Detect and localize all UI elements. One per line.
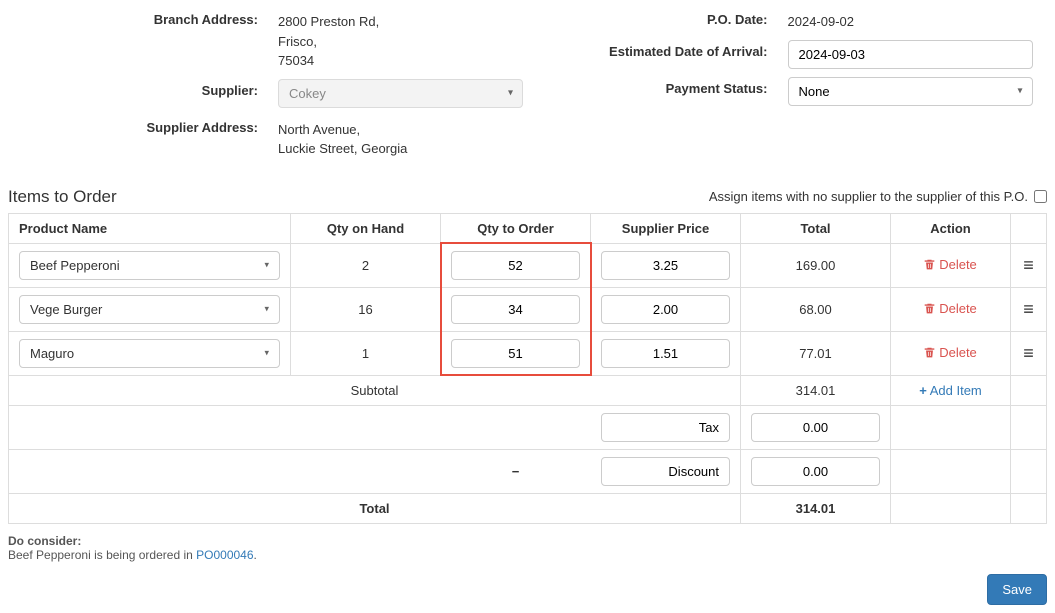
col-qoh: Qty on Hand <box>291 213 441 243</box>
qty-on-hand: 16 <box>291 287 441 331</box>
items-to-order-title: Items to Order <box>8 187 117 207</box>
subtotal-value: 314.01 <box>741 375 891 405</box>
qty-to-order-input[interactable] <box>451 295 580 324</box>
product-select[interactable]: Beef Pepperoni ▾ <box>19 251 280 280</box>
tax-label-input[interactable] <box>601 413 731 442</box>
col-qty: Qty to Order <box>441 213 591 243</box>
trash-icon <box>924 303 935 314</box>
chevron-down-icon: ▾ <box>264 304 269 315</box>
grandtotal-label: Total <box>9 493 741 523</box>
assign-supplier-label[interactable]: Assign items with no supplier to the sup… <box>709 189 1047 204</box>
po-date-label: P.O. Date: <box>528 8 788 27</box>
consider-line: Beef Pepperoni is being ordered in PO000… <box>8 548 1047 562</box>
discount-value-input[interactable] <box>751 457 880 486</box>
product-name: Beef Pepperoni <box>30 258 120 273</box>
delete-button[interactable]: Delete <box>924 301 977 316</box>
branch-address-label: Branch Address: <box>18 8 278 27</box>
trash-icon <box>924 259 935 270</box>
col-product: Product Name <box>9 213 291 243</box>
drag-handle-icon[interactable]: ≡ <box>1023 344 1034 362</box>
add-item-text: Add Item <box>930 383 982 398</box>
branch-address-value: 2800 Preston Rd, Frisco, 75034 <box>278 8 528 71</box>
assign-supplier-checkbox[interactable] <box>1034 190 1047 203</box>
assign-supplier-text: Assign items with no supplier to the sup… <box>709 189 1028 204</box>
supplier-price-input[interactable] <box>601 339 730 368</box>
col-drag <box>1011 213 1047 243</box>
eta-label: Estimated Date of Arrival: <box>528 40 788 59</box>
supplier-price-input[interactable] <box>601 251 730 280</box>
consider-prefix: Beef Pepperoni is being ordered in <box>8 548 196 562</box>
items-table: Product Name Qty on Hand Qty to Order Su… <box>8 213 1047 524</box>
delete-button[interactable]: Delete <box>924 257 977 272</box>
consider-title: Do consider: <box>8 534 1047 548</box>
tax-value-input[interactable] <box>751 413 880 442</box>
product-select[interactable]: Maguro ▾ <box>19 339 280 368</box>
qty-to-order-input[interactable] <box>451 339 580 368</box>
eta-input[interactable] <box>788 40 1033 69</box>
qty-on-hand: 1 <box>291 331 441 375</box>
subtotal-label: Subtotal <box>9 375 741 405</box>
qty-on-hand: 2 <box>291 243 441 287</box>
chevron-down-icon: ▾ <box>264 348 269 359</box>
consider-suffix: . <box>254 548 257 562</box>
supplier-address-value: North Avenue, Luckie Street, Georgia <box>278 116 528 159</box>
supplier-price-input[interactable] <box>601 295 730 324</box>
trash-icon <box>924 347 935 358</box>
row-total: 68.00 <box>741 287 891 331</box>
col-action: Action <box>891 213 1011 243</box>
product-name: Vege Burger <box>30 302 102 317</box>
po-date-value: 2024-09-02 <box>788 8 1038 32</box>
delete-text: Delete <box>939 345 977 360</box>
grandtotal-value: 314.01 <box>741 493 891 523</box>
col-price: Supplier Price <box>591 213 741 243</box>
drag-handle-icon[interactable]: ≡ <box>1023 256 1034 274</box>
col-total: Total <box>741 213 891 243</box>
drag-handle-icon[interactable]: ≡ <box>1023 300 1034 318</box>
supplier-address-label: Supplier Address: <box>18 116 278 135</box>
qty-to-order-input[interactable] <box>451 251 580 280</box>
consider-po-link[interactable]: PO000046 <box>196 548 253 562</box>
table-row: Beef Pepperoni ▾ 2 169.00 Delete ≡ <box>9 243 1047 287</box>
product-name: Maguro <box>30 346 74 361</box>
save-button[interactable]: Save <box>987 574 1047 605</box>
add-item-link[interactable]: + Add Item <box>919 383 982 398</box>
table-row: Vege Burger ▾ 16 68.00 Delete ≡ <box>9 287 1047 331</box>
table-row: Maguro ▾ 1 77.01 Delete ≡ <box>9 331 1047 375</box>
chevron-down-icon: ▾ <box>264 260 269 271</box>
payment-status-label: Payment Status: <box>528 77 788 96</box>
product-select[interactable]: Vege Burger ▾ <box>19 295 280 324</box>
discount-minus: − <box>441 449 591 493</box>
delete-button[interactable]: Delete <box>924 345 977 360</box>
row-total: 169.00 <box>741 243 891 287</box>
supplier-label: Supplier: <box>18 79 278 98</box>
supplier-select[interactable]: Cokey <box>278 79 523 108</box>
row-total: 77.01 <box>741 331 891 375</box>
delete-text: Delete <box>939 257 977 272</box>
payment-status-select[interactable]: None <box>788 77 1033 106</box>
plus-icon: + <box>919 383 927 398</box>
delete-text: Delete <box>939 301 977 316</box>
discount-label-input[interactable] <box>601 457 731 486</box>
